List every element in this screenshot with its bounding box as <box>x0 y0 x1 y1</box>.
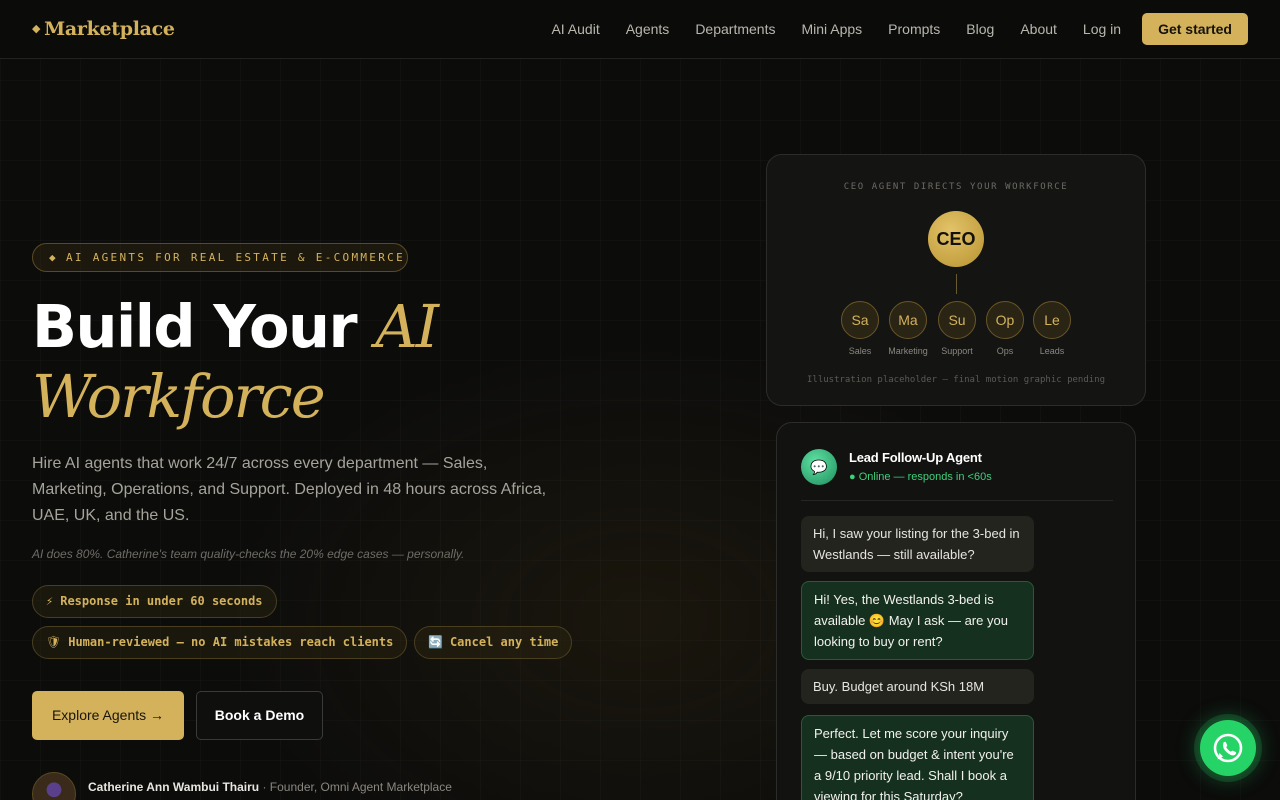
get-started-button[interactable]: Get started <box>1142 13 1248 45</box>
book-demo-button[interactable]: Book a Demo <box>196 691 323 740</box>
dept-circle: Sa <box>841 301 879 339</box>
dept-circle: Op <box>986 301 1024 339</box>
dept-node-marketing: Ma Marketing <box>883 301 933 356</box>
hero-description: Hire AI agents that work 24/7 across eve… <box>32 455 547 524</box>
explore-agents-button[interactable]: Explore Agents → <box>32 691 184 740</box>
hero-title-accent-workforce: Workforce <box>32 362 326 431</box>
hero-tag-text: AI AGENTS FOR REAL ESTATE & E-COMMERCE <box>65 251 405 264</box>
founder-name: Catherine Ann Wambui Thairu <box>88 780 260 794</box>
chat-message-agent: Perfect. Let me score your inquiry — bas… <box>801 715 1034 800</box>
nav-links: AI Audit Agents Departments Mini Apps Pr… <box>525 13 1248 45</box>
nav-link-mini-apps[interactable]: Mini Apps <box>801 13 862 45</box>
logo-text: Marketplace <box>44 18 175 40</box>
hero-tag: ◆ AI AGENTS FOR REAL ESTATE & E-COMMERCE <box>32 243 408 272</box>
chat-message-user: Hi, I saw your listing for the 3-bed in … <box>801 516 1034 572</box>
nav-link-ai-audit[interactable]: AI Audit <box>551 13 599 45</box>
hero-title-accent-ai: AI <box>375 292 439 361</box>
chat-message-user: Buy. Budget around KSh 18M <box>801 669 1034 704</box>
org-chart-footnote: Illustration placeholder — final motion … <box>806 375 1105 385</box>
dept-circle: Le <box>1033 301 1071 339</box>
nav-link-prompts[interactable]: Prompts <box>888 13 940 45</box>
dept-node-sales: Sa Sales <box>835 301 885 356</box>
diamond-icon: ◆ <box>49 251 58 264</box>
ceo-connector <box>956 274 957 294</box>
hero-title-line1: Build Your <box>32 292 376 361</box>
badge-cancel: 🔄 Cancel any time <box>414 626 573 659</box>
dept-circle: Su <box>938 301 976 339</box>
logo[interactable]: ◆ Marketplace <box>32 18 175 40</box>
dept-label: Sales <box>848 346 872 356</box>
org-chart-card: CEO AGENT DIRECTS YOUR WORKFORCE CEO Sa … <box>766 154 1146 406</box>
top-nav: ◆ Marketplace AI Audit Agents Departments… <box>0 0 1280 59</box>
org-chart-title: CEO AGENT DIRECTS YOUR WORKFORCE <box>843 182 1069 192</box>
whatsapp-button[interactable] <box>1200 720 1256 776</box>
founder-credit: Catherine Ann Wambui Thairu · Founder, O… <box>88 780 452 794</box>
nav-link-departments[interactable]: Departments <box>695 13 775 45</box>
hero-title: Build Your AI Workforce <box>32 292 592 432</box>
logo-diamond-icon: ◆ <box>32 22 41 35</box>
dept-node-ops: Op Ops <box>980 301 1030 356</box>
whatsapp-icon <box>1213 733 1243 763</box>
nav-link-about[interactable]: About <box>1020 13 1057 45</box>
badge-human-reviewed: 🛡 Human-reviewed — no AI mistakes reach c… <box>32 626 408 659</box>
nav-link-blog[interactable]: Blog <box>966 13 994 45</box>
chat-divider <box>801 500 1113 501</box>
chat-message-agent: Hi! Yes, the Westlands 3-bed is availabl… <box>801 581 1034 660</box>
founder-role: · Founder, Omni Agent Marketplace <box>259 780 452 794</box>
dept-label: Leads <box>1039 346 1065 356</box>
lightning-icon: ⚡ <box>46 594 54 608</box>
dept-node-support: Su Support <box>932 301 982 356</box>
dept-label: Marketing <box>888 346 928 356</box>
hero-note: AI does 80%. Catherine's team quality-ch… <box>32 547 465 561</box>
agent-name: Lead Follow-Up Agent <box>849 450 982 465</box>
founder-avatar <box>32 772 76 800</box>
badge-label: Human-reviewed — no AI mistakes reach cl… <box>68 635 394 649</box>
dept-label: Ops <box>996 346 1014 356</box>
nav-link-agents[interactable]: Agents <box>626 13 670 45</box>
shield-icon: 🛡 <box>46 635 62 649</box>
ceo-node: CEO <box>928 211 984 267</box>
chat-preview-card: 💬 Lead Follow-Up Agent ● Online — respon… <box>776 422 1136 800</box>
chat-bubble-icon: 💬 <box>801 449 837 485</box>
nav-link-login[interactable]: Log in <box>1083 13 1121 45</box>
agent-status: ● Online — responds in <60s <box>849 471 992 483</box>
repeat-icon: 🔄 <box>428 635 443 649</box>
dept-circle: Ma <box>889 301 927 339</box>
dept-node-leads: Le Leads <box>1027 301 1077 356</box>
badge-response-time: ⚡ Response in under 60 seconds <box>32 585 277 618</box>
badge-label: Response in under 60 seconds <box>60 594 263 608</box>
badge-label: Cancel any time <box>449 635 559 649</box>
dept-label: Support <box>941 346 973 356</box>
